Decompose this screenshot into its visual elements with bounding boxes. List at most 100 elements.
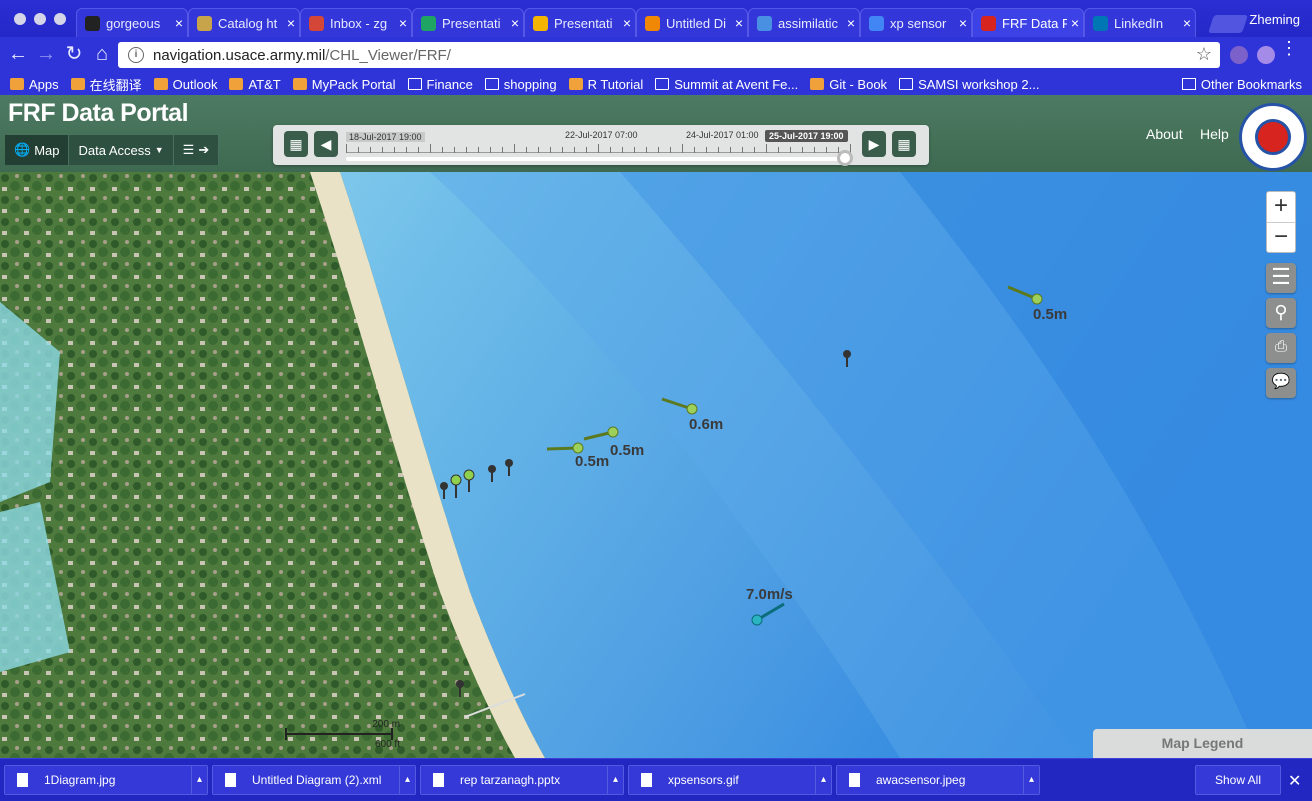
download-item[interactable]: xpsensors.gif ▴ <box>628 765 832 795</box>
calendar-end-icon[interactable]: ▦ <box>892 131 916 157</box>
about-link[interactable]: About <box>1146 126 1183 142</box>
download-item[interactable]: rep tarzanagh.pptx ▴ <box>420 765 624 795</box>
tab-1[interactable]: Catalog ht × <box>188 8 300 37</box>
chevron-up-icon[interactable]: ▴ <box>399 766 415 794</box>
bookmark-item[interactable]: R Tutorial <box>568 77 643 92</box>
bookmark-label: SAMSI workshop 2... <box>918 76 1040 92</box>
tab-7[interactable]: xp sensor × <box>860 8 972 37</box>
data-access-label: Data Access <box>78 142 151 158</box>
downloads-bar: 1Diagram.jpg ▴ Untitled Diagram (2).xml ▴ re… <box>0 758 1312 801</box>
download-item[interactable]: 1Diagram.jpg ▴ <box>4 765 208 795</box>
close-tab-icon[interactable]: × <box>283 15 299 31</box>
tab-4[interactable]: Presentati × <box>524 8 636 37</box>
chevron-up-icon[interactable]: ▴ <box>191 766 207 794</box>
timeline-tick <box>370 147 371 153</box>
print-icon[interactable]: ⎙ <box>1266 333 1296 363</box>
zoom-out-button[interactable]: − <box>1267 223 1295 253</box>
map-legend-toggle[interactable]: Map Legend <box>1093 729 1312 758</box>
outlook-icon <box>153 78 168 90</box>
usace-icon <box>981 15 996 31</box>
profile-name[interactable]: Zheming <box>1249 12 1300 27</box>
chevron-up-icon[interactable]: ▴ <box>1023 766 1039 794</box>
arrow-circle-right-icon: ➔ <box>198 142 210 157</box>
browser-menu-icon[interactable]: ⋮ <box>1280 39 1298 57</box>
tab-9[interactable]: LinkedIn × <box>1084 8 1196 37</box>
bookmark-item[interactable]: SAMSI workshop 2... <box>899 77 1039 92</box>
close-tab-icon[interactable]: × <box>955 15 971 31</box>
bookmark-item[interactable]: AT&T <box>229 77 281 92</box>
bookmark-item[interactable]: MyPack Portal <box>292 77 396 92</box>
list-view-button[interactable]: ☰ ➔ <box>173 135 220 165</box>
portal-header: FRF Data Portal 🌐 Map Data Access ▼ ☰ ➔ … <box>0 95 1312 172</box>
bookmark-item[interactable]: Git - Book <box>810 77 887 92</box>
site-info-icon[interactable]: i <box>128 47 144 63</box>
close-tab-icon[interactable]: × <box>1179 15 1195 31</box>
timeline-slider[interactable] <box>346 157 849 161</box>
file-icon <box>849 773 860 787</box>
step-forward-button[interactable]: ▶ <box>862 131 886 157</box>
extension-icon[interactable] <box>1230 46 1248 64</box>
timeline-track <box>346 144 851 153</box>
tab-2[interactable]: Inbox - zg × <box>300 8 412 37</box>
chevron-up-icon[interactable]: ▴ <box>815 766 831 794</box>
layers-menu-icon[interactable]: ☰ <box>1266 263 1296 293</box>
download-item[interactable]: Untitled Diagram (2).xml ▴ <box>212 765 416 795</box>
tab-0[interactable]: gorgeous × <box>76 8 188 37</box>
tab-label: LinkedIn <box>1114 15 1164 31</box>
file-icon <box>433 773 444 787</box>
folder-icon <box>484 78 499 90</box>
bookmark-star-icon[interactable]: ☆ <box>1196 44 1212 65</box>
comment-icon[interactable]: 💬 <box>1266 368 1296 398</box>
file-icon <box>225 773 236 787</box>
reload-icon[interactable]: ↻ <box>62 43 86 65</box>
forward-arrow-icon[interactable]: → <box>34 43 58 65</box>
search-icon[interactable]: ⚲ <box>1266 298 1296 328</box>
close-tab-icon[interactable]: × <box>731 15 747 31</box>
step-back-button[interactable]: ◀ <box>314 131 338 157</box>
bookmark-item[interactable]: Apps <box>10 77 59 92</box>
page-icon <box>197 15 212 31</box>
zoom-in-button[interactable]: + <box>1267 192 1295 222</box>
address-bar[interactable]: i navigation.usace.army.mil/CHL_Viewer/F… <box>118 42 1220 68</box>
tab-3[interactable]: Presentati × <box>412 8 524 37</box>
close-tab-icon[interactable]: × <box>619 15 635 31</box>
close-tab-icon[interactable]: × <box>1067 15 1083 31</box>
bookmark-label: Git - Book <box>829 76 888 92</box>
zoom-window-icon[interactable] <box>54 13 66 25</box>
other-bookmarks[interactable]: Other Bookmarks <box>1181 73 1302 95</box>
close-tab-icon[interactable]: × <box>395 15 411 31</box>
timeline-slider-handle[interactable] <box>837 150 853 166</box>
calendar-start-icon[interactable]: ▦ <box>284 131 308 157</box>
chevron-up-icon[interactable]: ▴ <box>607 766 623 794</box>
bookmark-item[interactable]: Outlook <box>153 77 217 92</box>
bookmark-item[interactable]: shopping <box>484 77 557 92</box>
close-tab-icon[interactable]: × <box>843 15 859 31</box>
download-filename: awacsensor.jpeg <box>876 773 966 787</box>
minimize-window-icon[interactable] <box>34 13 46 25</box>
show-all-downloads-button[interactable]: Show All <box>1195 765 1281 795</box>
close-downloads-icon[interactable]: ✕ <box>1288 771 1301 791</box>
map-button[interactable]: 🌐 Map <box>5 135 70 165</box>
wave-height-label: 0.6m <box>689 416 724 433</box>
help-link[interactable]: Help <box>1200 126 1229 142</box>
bookmark-item[interactable]: 在线翻译 <box>70 75 142 94</box>
extension-icon[interactable] <box>1257 46 1275 64</box>
timeline-mid-label: 22-Jul-2017 07:00 <box>565 130 638 140</box>
tab-5[interactable]: Untitled Di × <box>636 8 748 37</box>
close-window-icon[interactable] <box>14 13 26 25</box>
back-arrow-icon[interactable]: ← <box>6 43 30 65</box>
tab-6[interactable]: assimilatic × <box>748 8 860 37</box>
bookmark-item[interactable]: Finance <box>407 77 473 92</box>
tab-8[interactable]: FRF Data P × <box>972 8 1084 37</box>
timeline-tick <box>598 144 599 153</box>
bookmark-item[interactable]: Summit at Avent Fe... <box>655 77 798 92</box>
new-tab-button[interactable] <box>1208 15 1248 33</box>
data-access-dropdown[interactable]: Data Access ▼ <box>69 135 174 165</box>
download-item[interactable]: awacsensor.jpeg ▴ <box>836 765 1040 795</box>
google-icon <box>869 15 884 31</box>
close-tab-icon[interactable]: × <box>507 15 523 31</box>
close-tab-icon[interactable]: × <box>171 15 187 31</box>
drive-icon <box>421 15 436 31</box>
home-icon[interactable]: ⌂ <box>90 43 114 65</box>
map-view[interactable]: 0.5m 0.6m 0.5m 0.5m 7.0m/s 200 m 600 ft <box>0 172 1312 758</box>
